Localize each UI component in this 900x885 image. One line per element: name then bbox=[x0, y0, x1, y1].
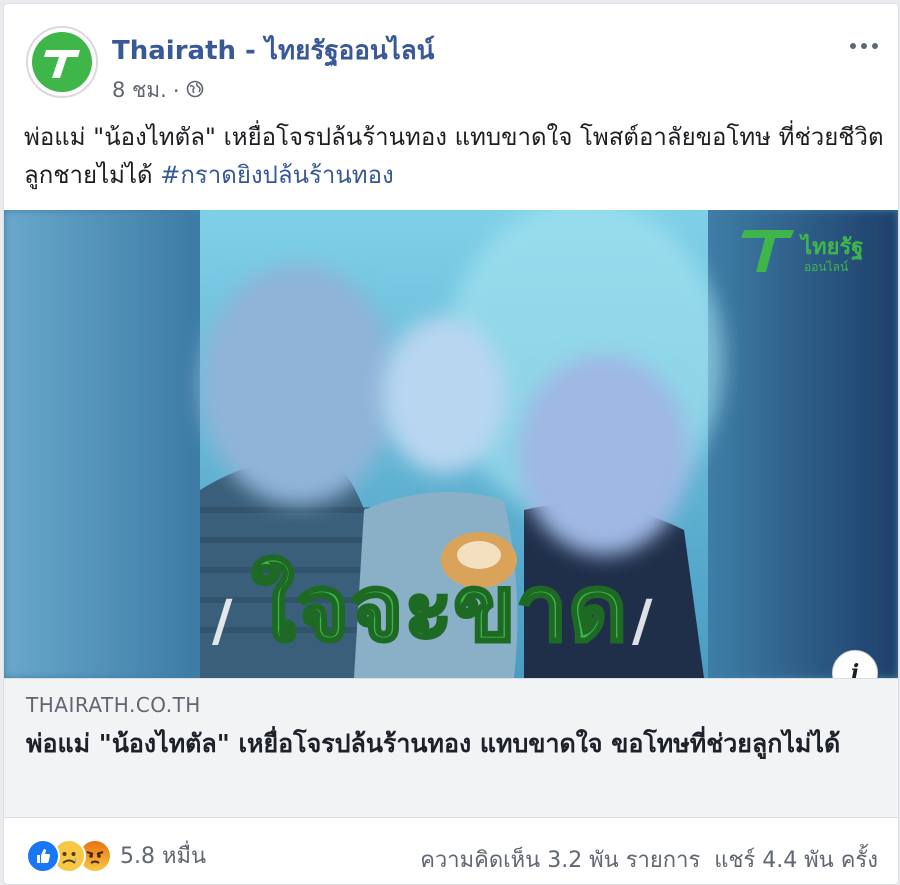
link-title[interactable]: พ่อแม่ "น้องไทตัล" เหยื่อโจรปล้นร้านทอง … bbox=[26, 725, 856, 763]
overlay-slash-right: / bbox=[632, 589, 653, 654]
engagement-stats: ความคิดเห็น 3.2 พัน รายการ แชร์ 4.4 พัน … bbox=[420, 842, 878, 877]
post-meta: 8 ชม. · bbox=[112, 74, 204, 107]
watermark-sub: ออนไลน์ bbox=[804, 260, 848, 274]
meta-separator: · bbox=[172, 78, 180, 103]
photo-artwork: ไทยรัฐ ออนไลน์ / ใจจะขาด / bbox=[4, 210, 898, 678]
more-options-button[interactable] bbox=[844, 34, 884, 58]
reaction-count: 5.8 หมื่น bbox=[120, 844, 207, 869]
reactions-summary[interactable]: 5.8 หมื่น bbox=[26, 838, 206, 873]
link-preview[interactable]: THAIRATH.CO.TH พ่อแม่ "น้องไทตัล" เหยื่อ… bbox=[4, 678, 898, 818]
comments-count-link[interactable]: ความคิดเห็น 3.2 พัน รายการ bbox=[420, 842, 700, 877]
page-avatar[interactable] bbox=[26, 26, 98, 98]
overlay-text: ใจจะขาด bbox=[251, 555, 627, 662]
dot-icon bbox=[850, 43, 856, 49]
post-time[interactable]: 8 ชม. bbox=[112, 74, 167, 107]
overlay-slash-left: / bbox=[212, 589, 233, 654]
post-caption: พ่อแม่ "น้องไทตัล" เหยื่อโจรปล้นร้านทอง … bbox=[24, 118, 884, 194]
post-footer: 5.8 หมื่น ความคิดเห็น 3.2 พัน รายการ แชร… bbox=[4, 824, 898, 884]
hashtag-link[interactable]: #กราดยิงปล้นร้านทอง bbox=[160, 161, 393, 189]
dot-icon bbox=[861, 43, 867, 49]
globe-icon bbox=[186, 79, 204, 103]
page-name-link[interactable]: Thairath - ไทยรัฐออนไลน์ bbox=[112, 30, 434, 71]
watermark-main: ไทยรัฐ bbox=[799, 233, 863, 261]
thairath-logo-icon bbox=[32, 32, 92, 92]
shares-count-link[interactable]: แชร์ 4.4 พัน ครั้ง bbox=[714, 842, 878, 877]
like-icon bbox=[26, 838, 60, 873]
link-image[interactable]: ไทยรัฐ ออนไลน์ / ใจจะขาด / i bbox=[4, 210, 898, 678]
post-header: Thairath - ไทยรัฐออนไลน์ 8 ชม. · bbox=[4, 4, 898, 114]
caption-text: พ่อแม่ "น้องไทตัล" เหยื่อโจรปล้นร้านทอง … bbox=[24, 123, 884, 189]
post-card: Thairath - ไทยรัฐออนไลน์ 8 ชม. · พ่อแม่ … bbox=[3, 3, 899, 885]
link-domain: THAIRATH.CO.TH bbox=[26, 693, 201, 717]
dot-icon bbox=[872, 43, 878, 49]
